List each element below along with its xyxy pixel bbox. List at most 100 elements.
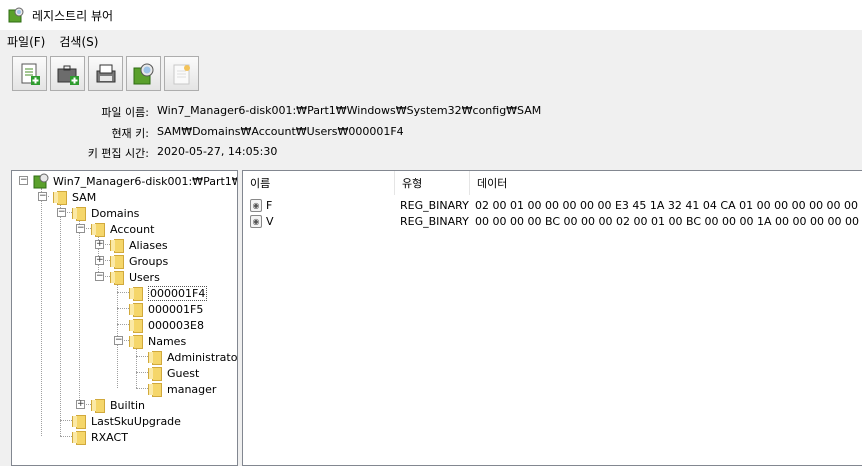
tree-label: Groups — [129, 254, 169, 268]
binary-value-icon: ◉ — [250, 214, 262, 228]
collapse-names-icon[interactable]: − — [114, 336, 123, 345]
tree-item-administrator[interactable]: Administrator — [147, 349, 238, 365]
folder-icon — [90, 223, 105, 237]
value-name: V — [266, 214, 274, 228]
folder-icon — [71, 207, 86, 221]
collapse-root-icon[interactable]: − — [19, 176, 28, 185]
tree-label: RXACT — [91, 430, 128, 444]
tree-label: Domains — [91, 206, 140, 220]
folder-icon — [71, 431, 86, 445]
column-header-label: 데이터 — [477, 177, 508, 190]
folder-icon — [90, 399, 105, 413]
collapse-sam-icon[interactable]: − — [38, 192, 47, 201]
menu-bar: 파일(F) 검색(S) — [0, 30, 862, 52]
tree-label: Names — [148, 334, 187, 348]
list-item[interactable]: ◉ F — [250, 197, 272, 213]
tree-label: Aliases — [129, 238, 168, 252]
open-file-icon — [21, 63, 40, 85]
value-data: 00 00 00 00 BC 00 00 00 02 00 01 00 BC 0… — [475, 214, 862, 228]
values-list[interactable]: 이름 유형 데이터 ◉ F REG_BINARY 02 00 01 00 00 … — [242, 170, 862, 466]
collapse-account-icon[interactable]: − — [76, 224, 85, 233]
tree-label: Guest — [167, 366, 200, 380]
tree-item-manager[interactable]: manager — [147, 381, 216, 397]
tree-label: Users — [129, 270, 160, 284]
tree-item-names[interactable]: Names — [128, 333, 186, 349]
menu-search[interactable]: 검색(S) — [52, 33, 105, 50]
value-name: F — [266, 198, 273, 212]
folder-icon — [52, 191, 67, 205]
value-type: REG_BINARY — [400, 198, 469, 212]
folder-icon — [109, 239, 124, 253]
toolbar — [0, 56, 199, 96]
tree-item-000001f5[interactable]: 000001F5 — [128, 301, 203, 317]
binary-value-icon: ◉ — [250, 198, 262, 212]
tree-item-guest[interactable]: Guest — [147, 365, 199, 381]
current-key-label: 현재 키: — [111, 127, 149, 140]
menu-file[interactable]: 파일(F) — [0, 33, 52, 50]
registry-hive-icon — [33, 173, 49, 189]
tree-item-account[interactable]: Account — [90, 221, 154, 237]
folder-icon — [109, 255, 124, 269]
tree-item-groups[interactable]: Groups — [109, 253, 168, 269]
current-key-value: SAM₩Domains₩Account₩Users₩000001F4 — [157, 125, 404, 138]
column-header-data[interactable]: 데이터 — [470, 171, 862, 195]
tree-label: Win7_Manager6-disk001:₩Part1₩W — [53, 174, 238, 188]
tree-item-users[interactable]: Users — [109, 269, 160, 285]
registry-tree[interactable]: − − − − + + − − + Win7_Manager6-disk001:… — [11, 170, 238, 466]
search-registry-icon — [133, 63, 153, 84]
column-header-type[interactable]: 유형 — [395, 171, 470, 195]
tree-item-aliases[interactable]: Aliases — [109, 237, 168, 253]
registry-viewer-app-icon — [8, 7, 24, 23]
title-bar: 레지스트리 뷰어 — [0, 0, 862, 30]
folder-icon — [71, 415, 86, 429]
export-button[interactable] — [88, 56, 123, 91]
list-item[interactable]: ◉ V — [250, 213, 274, 229]
file-name-label: 파일 이름: — [101, 106, 149, 119]
column-header-name[interactable]: 이름 — [243, 171, 395, 195]
tree-item-builtin[interactable]: Builtin — [90, 397, 145, 413]
tree-label: 000003E8 — [148, 318, 204, 332]
column-header-label: 유형 — [402, 177, 423, 190]
collapse-users-icon[interactable]: − — [95, 272, 104, 281]
expand-builtin-icon[interactable]: + — [76, 400, 85, 409]
note-icon — [173, 64, 190, 84]
tree-item-000001f4[interactable]: 000001F4 — [128, 285, 208, 301]
tree-label: SAM — [72, 190, 97, 204]
column-header-label: 이름 — [250, 177, 271, 190]
tree-label: Administrator — [167, 350, 238, 364]
tree-label-selected: 000001F4 — [148, 285, 208, 301]
open-hive-icon — [57, 65, 79, 85]
file-name-value: Win7_Manager6-disk001:₩Part1₩Windows₩Sys… — [157, 104, 542, 117]
tree-item-000003e8[interactable]: 000003E8 — [128, 317, 204, 333]
tree-label: Builtin — [110, 398, 145, 412]
tree-label: Account — [110, 222, 155, 236]
tree-label: LastSkuUpgrade — [91, 414, 181, 428]
search-registry-button[interactable] — [126, 56, 161, 91]
tree-label: 000001F5 — [148, 302, 204, 316]
tree-item-domains[interactable]: Domains — [71, 205, 139, 221]
folder-icon — [128, 303, 143, 317]
key-edit-time-value: 2020-05-27, 14:05:30 — [157, 145, 278, 158]
expand-groups-icon[interactable]: + — [95, 256, 104, 265]
collapse-domains-icon[interactable]: − — [57, 208, 66, 217]
tree-item-lastskuupgrade[interactable]: LastSkuUpgrade — [71, 413, 181, 429]
folder-icon — [109, 271, 124, 285]
tree-item-root[interactable]: Win7_Manager6-disk001:₩Part1₩W — [33, 173, 238, 189]
open-hive-button[interactable] — [50, 56, 85, 91]
value-type: REG_BINARY — [400, 214, 469, 228]
folder-icon — [128, 287, 143, 301]
export-icon — [96, 64, 115, 82]
tree-item-sam[interactable]: SAM — [52, 189, 96, 205]
folder-icon — [147, 383, 162, 397]
folder-icon — [147, 351, 162, 365]
folder-icon — [147, 367, 162, 381]
tree-item-rxact[interactable]: RXACT — [71, 429, 128, 445]
window-title: 레지스트리 뷰어 — [32, 8, 114, 23]
value-data: 02 00 01 00 00 00 00 00 E3 45 1A 32 41 0… — [475, 198, 862, 212]
tree-label: manager — [167, 382, 217, 396]
folder-icon — [128, 319, 143, 333]
open-file-button[interactable] — [12, 56, 47, 91]
key-edit-time-label: 키 편집 시간: — [87, 147, 149, 160]
expand-aliases-icon[interactable]: + — [95, 240, 104, 249]
note-button[interactable] — [164, 56, 199, 91]
